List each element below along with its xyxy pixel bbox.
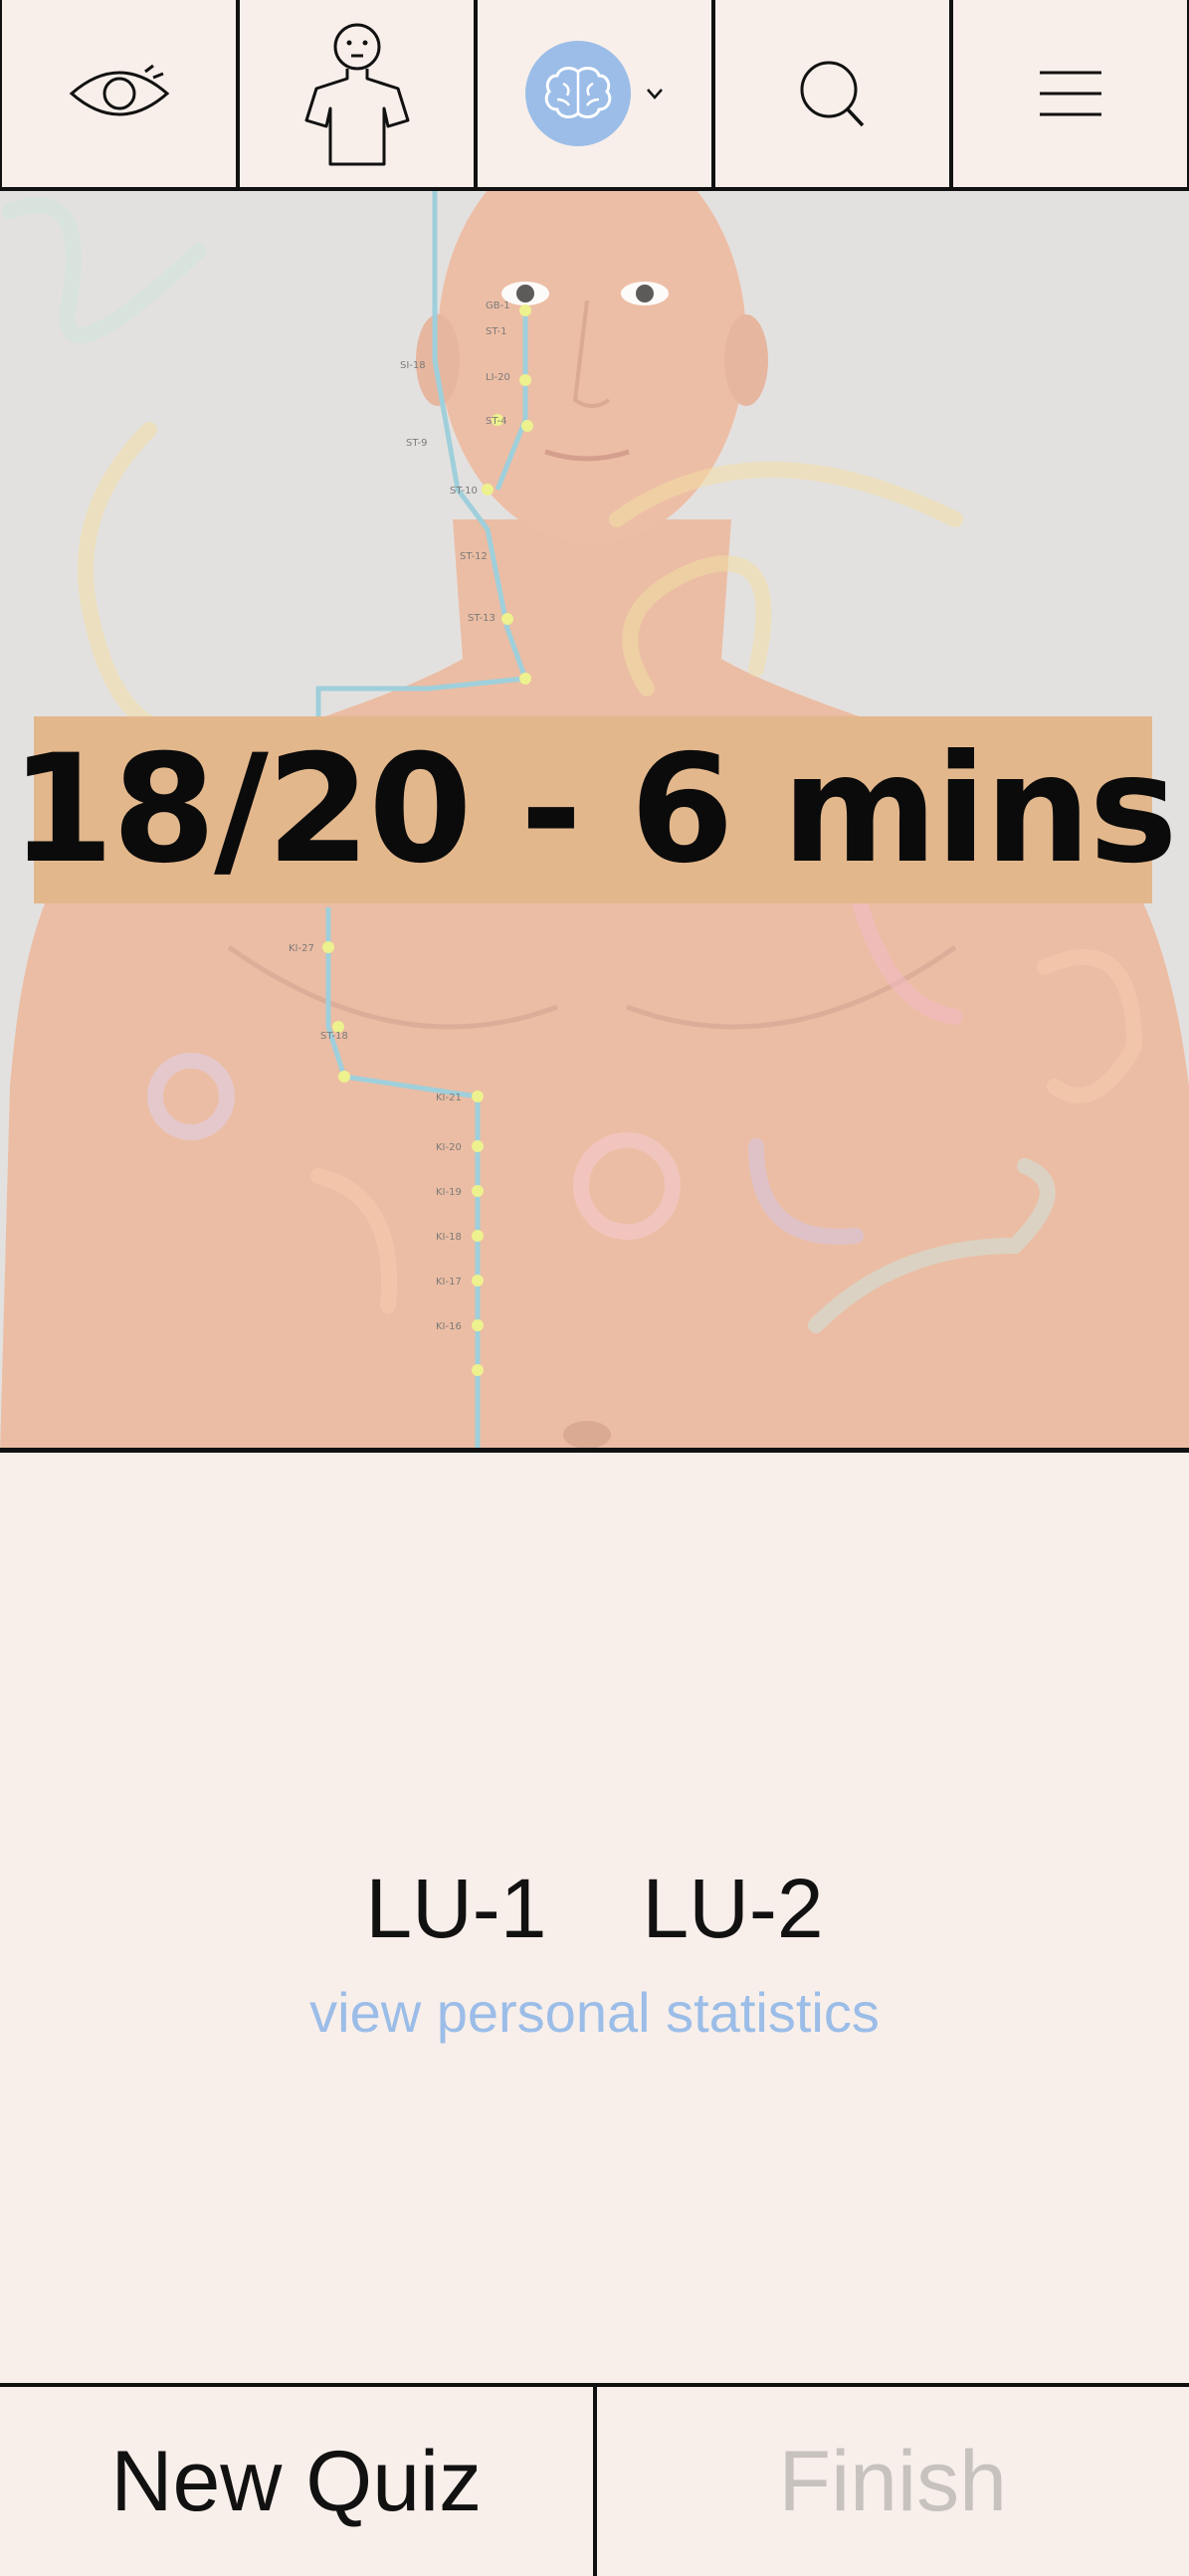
view-statistics-link[interactable]: view personal statistics [0, 1980, 1189, 2045]
search-icon [800, 61, 864, 127]
score-text: 18/20 - 6 mins [10, 723, 1177, 896]
answer-item[interactable]: LU-1 [365, 1861, 546, 1957]
body-figure-icon [304, 23, 409, 166]
mode-dropdown[interactable] [474, 0, 711, 187]
menu-button[interactable] [949, 0, 1189, 187]
menu-icon [1039, 71, 1101, 116]
answers-panel: LU-1 LU-2 view personal statistics [0, 1453, 1189, 2386]
search-button[interactable] [711, 0, 949, 187]
body-model-view[interactable]: GB-1 ST-1 SI-18 LI-20 ST-4 ST-9 ST-10 ST… [0, 191, 1189, 1453]
answer-list: LU-1 LU-2 [0, 1861, 1189, 1957]
score-banner: 18/20 - 6 mins [10, 716, 1178, 903]
bottom-action-bar: New Quiz Finish [0, 2383, 1189, 2576]
finish-button[interactable]: Finish [597, 2387, 1189, 2576]
view-toggle-button[interactable] [0, 0, 236, 187]
brain-icon [524, 41, 631, 146]
chevron-down-icon [646, 89, 663, 99]
body-model-button[interactable] [236, 0, 474, 187]
answer-item[interactable]: LU-2 [643, 1861, 824, 1957]
new-quiz-button[interactable]: New Quiz [0, 2387, 597, 2576]
eye-icon [69, 64, 169, 116]
top-toolbar [0, 0, 1189, 191]
